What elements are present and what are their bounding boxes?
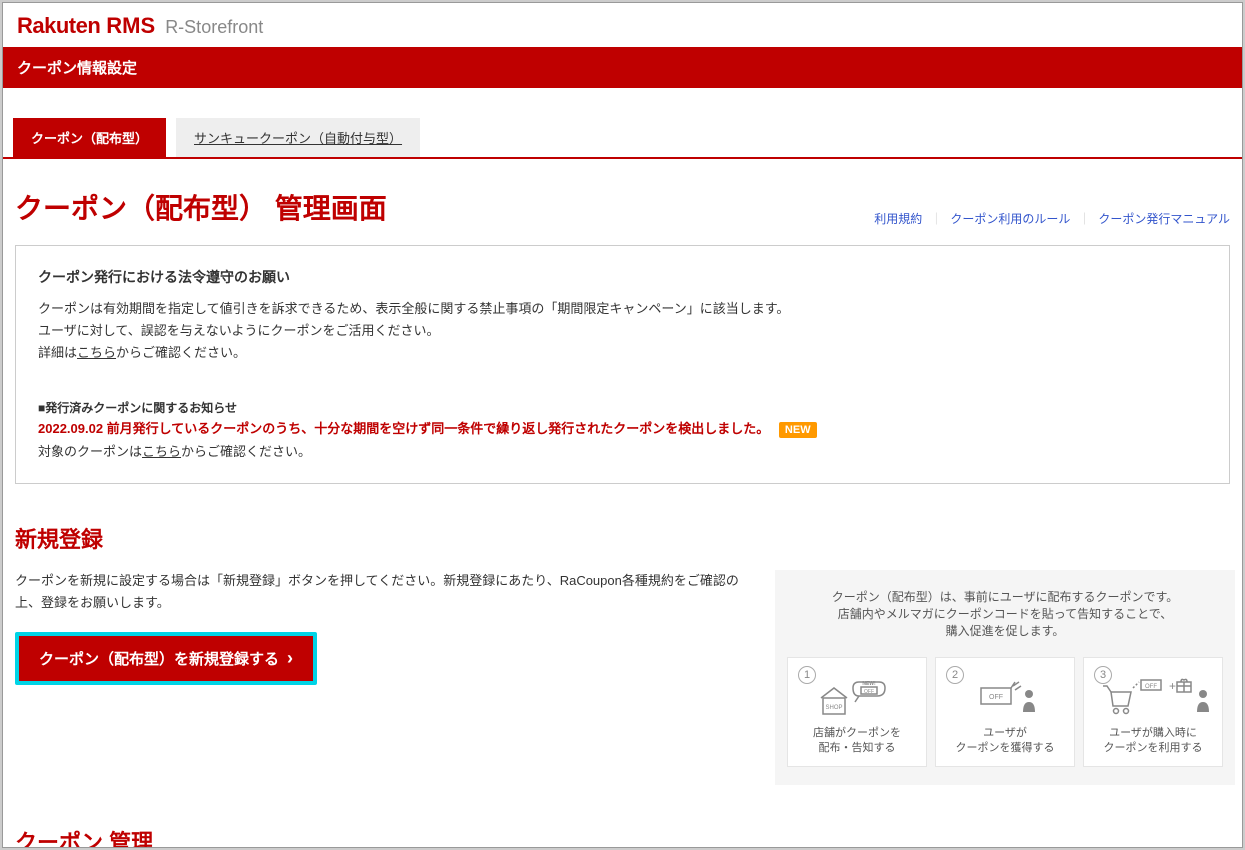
step-card-3: 3 OFF (1083, 657, 1223, 768)
notice-alert-line: 2022.09.02 前月発行しているクーポンのうち、十分な期間を空けず同一条件… (38, 418, 1207, 440)
notice-line: クーポンは有効期間を指定して値引きを訴求できるため、表示全般に関する禁止事項の「… (38, 298, 1207, 320)
logo-sub: R-Storefront (165, 17, 263, 38)
steps-row: 1 SHOP NEW! (787, 657, 1223, 768)
step-label: ユーザが購入時に クーポンを利用する (1090, 726, 1216, 757)
logo-bar: Rakuten RMS R-Storefront (3, 3, 1242, 47)
step-card-1: 1 SHOP NEW! (787, 657, 927, 768)
tab-thankyou-coupon[interactable]: サンキュークーポン（自動付与型） (176, 118, 420, 157)
logo-product: RMS (106, 13, 155, 39)
step-label: 店舗がクーポンを 配布・告知する (794, 726, 920, 757)
notice-title: クーポン発行における法令遵守のお願い (38, 266, 1207, 290)
separator: ｜ (1078, 210, 1090, 227)
new-badge: NEW (779, 422, 817, 438)
notice-alert: 2022.09.02 前月発行しているクーポンのうち、十分な期間を空けず同一条件… (38, 421, 769, 436)
app-window: Rakuten RMS R-Storefront クーポン情報設定 クーポン（配… (2, 2, 1243, 848)
svg-text:OFF: OFF (864, 689, 874, 695)
separator: ｜ (930, 210, 942, 227)
info-line: 店舗内やメルマガにクーポンコードを貼って告知することで、 (787, 605, 1223, 622)
notice-line: 対象のクーポンはこちらからご確認ください。 (38, 441, 1207, 463)
step-number: 2 (946, 666, 964, 684)
title-row: クーポン（配布型） 管理画面 利用規約 ｜ クーポン利用のルール ｜ クーポン発… (15, 187, 1230, 227)
svg-text:OFF: OFF (1145, 684, 1157, 690)
step-number: 1 (798, 666, 816, 684)
svg-text:NEW!: NEW! (862, 681, 876, 687)
section-register-heading: 新規登録 (15, 522, 1230, 554)
notice-line: 詳細はこちらからご確認ください。 (38, 342, 1207, 364)
svg-text:OFF: OFF (989, 694, 1003, 701)
svg-text:SHOP: SHOP (825, 705, 842, 711)
notice-target-link[interactable]: こちら (142, 444, 181, 459)
lower-row: クーポンを新規に設定する場合は「新規登録」ボタンを押してください。新規登録にあた… (15, 570, 1230, 786)
register-coupon-button[interactable]: クーポン（配布型）を新規登録する › (19, 636, 313, 681)
step-card-2: 2 OFF (935, 657, 1075, 768)
logo-brand: Rakuten (17, 13, 100, 39)
register-description: クーポンを新規に設定する場合は「新規登録」ボタンを押してください。新規登録にあた… (15, 570, 755, 614)
notice-line: ユーザに対して、誤認を与えないようにクーポンをご活用ください。 (38, 320, 1207, 342)
register-column: クーポンを新規に設定する場合は「新規登録」ボタンを押してください。新規登録にあた… (15, 570, 755, 786)
notice-box: クーポン発行における法令遵守のお願い クーポンは有効期間を指定して値引きを訴求で… (15, 245, 1230, 484)
notice-detail-link[interactable]: こちら (77, 345, 116, 360)
info-panel: クーポン（配布型）は、事前にユーザに配布するクーポンです。 店舗内やメルマガにク… (775, 570, 1235, 786)
header-title: クーポン情報設定 (3, 47, 1242, 88)
link-rules[interactable]: クーポン利用のルール (950, 210, 1070, 227)
notice-subheading: ■発行済みクーポンに関するお知らせ (38, 398, 1207, 418)
cta-label: クーポン（配布型）を新規登録する (39, 648, 279, 669)
svg-text:+: + (1169, 679, 1176, 693)
info-line: クーポン（配布型）は、事前にユーザに配布するクーポンです。 (787, 588, 1223, 605)
cta-highlight: クーポン（配布型）を新規登録する › (15, 632, 317, 685)
tab-coupon-distribute[interactable]: クーポン（配布型） (13, 118, 166, 157)
tabs: クーポン（配布型） サンキュークーポン（自動付与型） (3, 118, 1242, 159)
page-title: クーポン（配布型） 管理画面 (15, 187, 387, 227)
step-number: 3 (1094, 666, 1112, 684)
step-label: ユーザが クーポンを獲得する (942, 726, 1068, 757)
info-line: 購入促進を促します。 (787, 622, 1223, 639)
title-links: 利用規約 ｜ クーポン利用のルール ｜ クーポン発行マニュアル (874, 210, 1230, 227)
chevron-right-icon: › (287, 648, 293, 669)
link-terms[interactable]: 利用規約 (874, 210, 922, 227)
main-content: クーポン（配布型） 管理画面 利用規約 ｜ クーポン利用のルール ｜ クーポン発… (3, 187, 1242, 848)
link-manual[interactable]: クーポン発行マニュアル (1098, 210, 1230, 227)
section-manage-heading: クーポン 管理 (15, 825, 1230, 848)
